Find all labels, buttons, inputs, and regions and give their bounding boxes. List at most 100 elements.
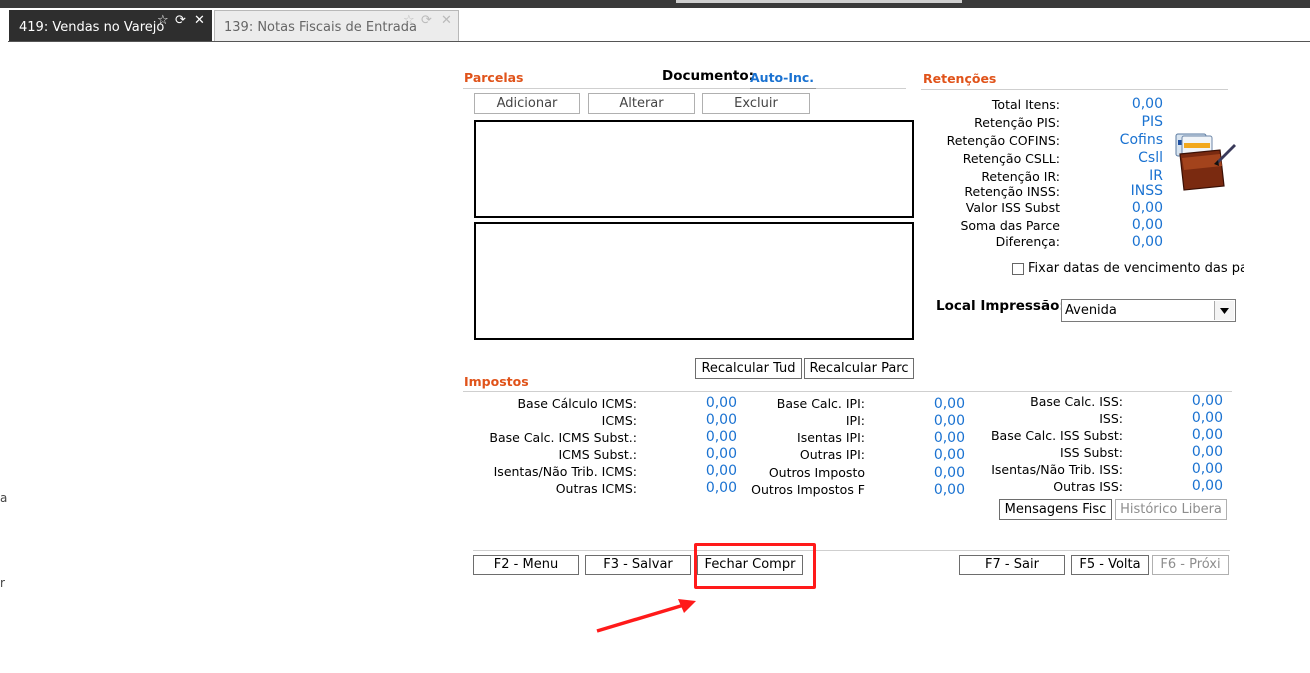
- impostos-col3-values: 0,00 0,00 0,00 0,00 0,00 0,00: [1150, 393, 1223, 503]
- iss-value: 0,00: [1191, 410, 1223, 426]
- iss-label: Base Calc. ISS Subst:: [990, 428, 1123, 443]
- local-impressao-label: Local Impressão:: [936, 298, 1065, 314]
- tab-bar-divider: [8, 41, 1310, 42]
- ret-link-pis[interactable]: PIS: [1142, 114, 1163, 130]
- iss-value: 0,00: [1191, 393, 1223, 409]
- icms-value: 0,00: [705, 429, 737, 445]
- iss-label: Base Calc. ISS:: [1030, 394, 1123, 409]
- ret-link-cofins[interactable]: Cofins: [1120, 132, 1163, 148]
- ret-label: Retenção INSS:: [964, 184, 1060, 199]
- refresh-icon[interactable]: ⟳: [421, 14, 432, 27]
- ipi-label: Outros Imposto: [768, 465, 865, 480]
- documento-underline: [750, 88, 816, 89]
- tab-notas-fiscais-de-entrada[interactable]: 139: Notas Fiscais de Entrada ☆ ⟳ ✕: [214, 10, 459, 42]
- ret-value-diferenca: 0,00: [1131, 234, 1163, 250]
- left-cut-text: a: [0, 491, 8, 505]
- footer-divider: [473, 550, 1230, 551]
- wallet-cards-icon[interactable]: [1172, 132, 1238, 192]
- icms-label: Outras ICMS:: [555, 481, 637, 496]
- iss-label: Outras ISS:: [1053, 479, 1123, 494]
- ret-value-total-itens: 0,00: [1131, 96, 1163, 112]
- star-icon[interactable]: ☆: [157, 14, 169, 27]
- ipi-label: Outras IPI:: [799, 447, 865, 462]
- parcelas-divider: [463, 88, 906, 89]
- icms-value: 0,00: [705, 463, 737, 479]
- recalcular-parcelas-button[interactable]: Recalcular Parc: [804, 358, 914, 379]
- ipi-label: Isentas IPI:: [797, 430, 865, 445]
- iss-value: 0,00: [1191, 478, 1223, 494]
- mensagens-fiscais-button[interactable]: Mensagens Fisc: [999, 499, 1112, 520]
- ret-label: Soma das Parce: [960, 218, 1060, 233]
- impostos-col1-labels: Base Cálculo ICMS: ICMS: Base Calc. ICMS…: [440, 396, 637, 506]
- local-impressao-select[interactable]: Avenida: [1061, 299, 1236, 322]
- tab-label: 419: Vendas no Varejo: [19, 20, 165, 35]
- left-cut-text: r: [0, 576, 5, 590]
- arrow-annotation-icon: [590, 595, 700, 635]
- iss-label: ISS:: [1099, 411, 1123, 426]
- ipi-label: Base Calc. IPI:: [776, 396, 865, 411]
- ret-link-inss[interactable]: INSS: [1131, 183, 1163, 199]
- parcelas-list[interactable]: [474, 120, 914, 218]
- retencoes-labels: Total Itens: Retenção PIS: Retenção COFI…: [900, 96, 1060, 256]
- impostos-col2-labels: Base Calc. IPI: IPI: Isentas IPI: Outras…: [740, 396, 865, 506]
- tab-vendas-no-varejo[interactable]: 419: Vendas no Varejo ☆ ⟳ ✕: [9, 10, 212, 42]
- ipi-label: Outros Impostos F: [751, 482, 865, 497]
- ret-link-ir[interactable]: IR: [1149, 168, 1163, 184]
- documento-value[interactable]: Auto-Inc.: [750, 70, 814, 85]
- impostos-divider: [463, 391, 1232, 392]
- fixar-datas-label: Fixar datas de vencimento das parc: [1028, 261, 1244, 276]
- f3-salvar-button[interactable]: F3 - Salvar: [585, 555, 691, 575]
- impostos-title: Impostos: [464, 374, 529, 389]
- star-icon[interactable]: ☆: [403, 14, 415, 27]
- f7-sair-button[interactable]: F7 - Sair: [959, 555, 1065, 575]
- impostos-col3-labels: Base Calc. ISS: ISS: Base Calc. ISS Subs…: [960, 394, 1123, 504]
- close-icon[interactable]: ✕: [441, 14, 452, 27]
- historico-liberacao-button[interactable]: Histórico Libera: [1115, 499, 1227, 520]
- ret-label: Retenção CSLL:: [962, 151, 1060, 166]
- icms-label: Isentas/Não Trib. ICMS:: [493, 464, 637, 479]
- tab-label: 139: Notas Fiscais de Entrada: [224, 20, 417, 35]
- iss-label: ISS Subst:: [1060, 445, 1123, 460]
- retencoes-title: Retenções: [923, 71, 997, 86]
- f5-voltar-button[interactable]: F5 - Volta: [1071, 555, 1149, 575]
- highlight-box: [694, 543, 816, 589]
- iss-value: 0,00: [1191, 461, 1223, 477]
- window-top-bar: [0, 0, 1310, 8]
- icms-label: Base Cálculo ICMS:: [517, 396, 637, 411]
- icms-value: 0,00: [705, 412, 737, 428]
- documento-label: Documento:: [662, 68, 755, 84]
- iss-value: 0,00: [1191, 444, 1223, 460]
- f6-proximo-button[interactable]: F6 - Próxi: [1152, 555, 1229, 575]
- recalcular-tudo-button[interactable]: Recalcular Tud: [695, 358, 802, 379]
- fixar-datas-checkbox[interactable]: [1012, 263, 1024, 275]
- parcelas-detail-list[interactable]: [474, 222, 914, 340]
- impostos-col1-values: 0,00 0,00 0,00 0,00 0,00 0,00: [660, 395, 737, 505]
- ret-label: Total Itens:: [991, 97, 1060, 112]
- excluir-button[interactable]: Excluir: [702, 93, 810, 114]
- ret-label: Diferença:: [995, 234, 1060, 249]
- local-impressao-value: Avenida: [1065, 303, 1117, 318]
- refresh-icon[interactable]: ⟳: [175, 14, 186, 27]
- ret-label: Retenção PIS:: [974, 115, 1060, 130]
- dropdown-button[interactable]: [1214, 301, 1234, 320]
- retencoes-divider: [921, 89, 1228, 90]
- icms-value: 0,00: [705, 446, 737, 462]
- adicionar-button[interactable]: Adicionar: [474, 93, 580, 114]
- icms-label: ICMS Subst.:: [558, 447, 638, 462]
- f2-menu-button[interactable]: F2 - Menu: [473, 555, 579, 575]
- top-scroll-handle[interactable]: [676, 0, 962, 3]
- iss-value: 0,00: [1191, 427, 1223, 443]
- close-icon[interactable]: ✕: [194, 14, 205, 27]
- icms-value: 0,00: [705, 395, 737, 411]
- impostos-col2-values: 0,00 0,00 0,00 0,00 0,00 0,00: [890, 395, 965, 505]
- ipi-label: IPI:: [845, 413, 865, 428]
- parcelas-title: Parcelas: [464, 70, 524, 85]
- icms-value: 0,00: [705, 480, 737, 496]
- ret-label: Retenção IR:: [981, 169, 1060, 184]
- ret-label: Retenção COFINS:: [946, 133, 1060, 148]
- retencoes-values: 0,00 PIS Cofins Csll IR INSS 0,00 0,00 0…: [1080, 95, 1163, 255]
- alterar-button[interactable]: Alterar: [588, 93, 695, 114]
- ret-value-iss-subst: 0,00: [1131, 200, 1163, 216]
- ret-link-csll[interactable]: Csll: [1138, 150, 1163, 166]
- ret-label: Valor ISS Subst: [965, 200, 1060, 215]
